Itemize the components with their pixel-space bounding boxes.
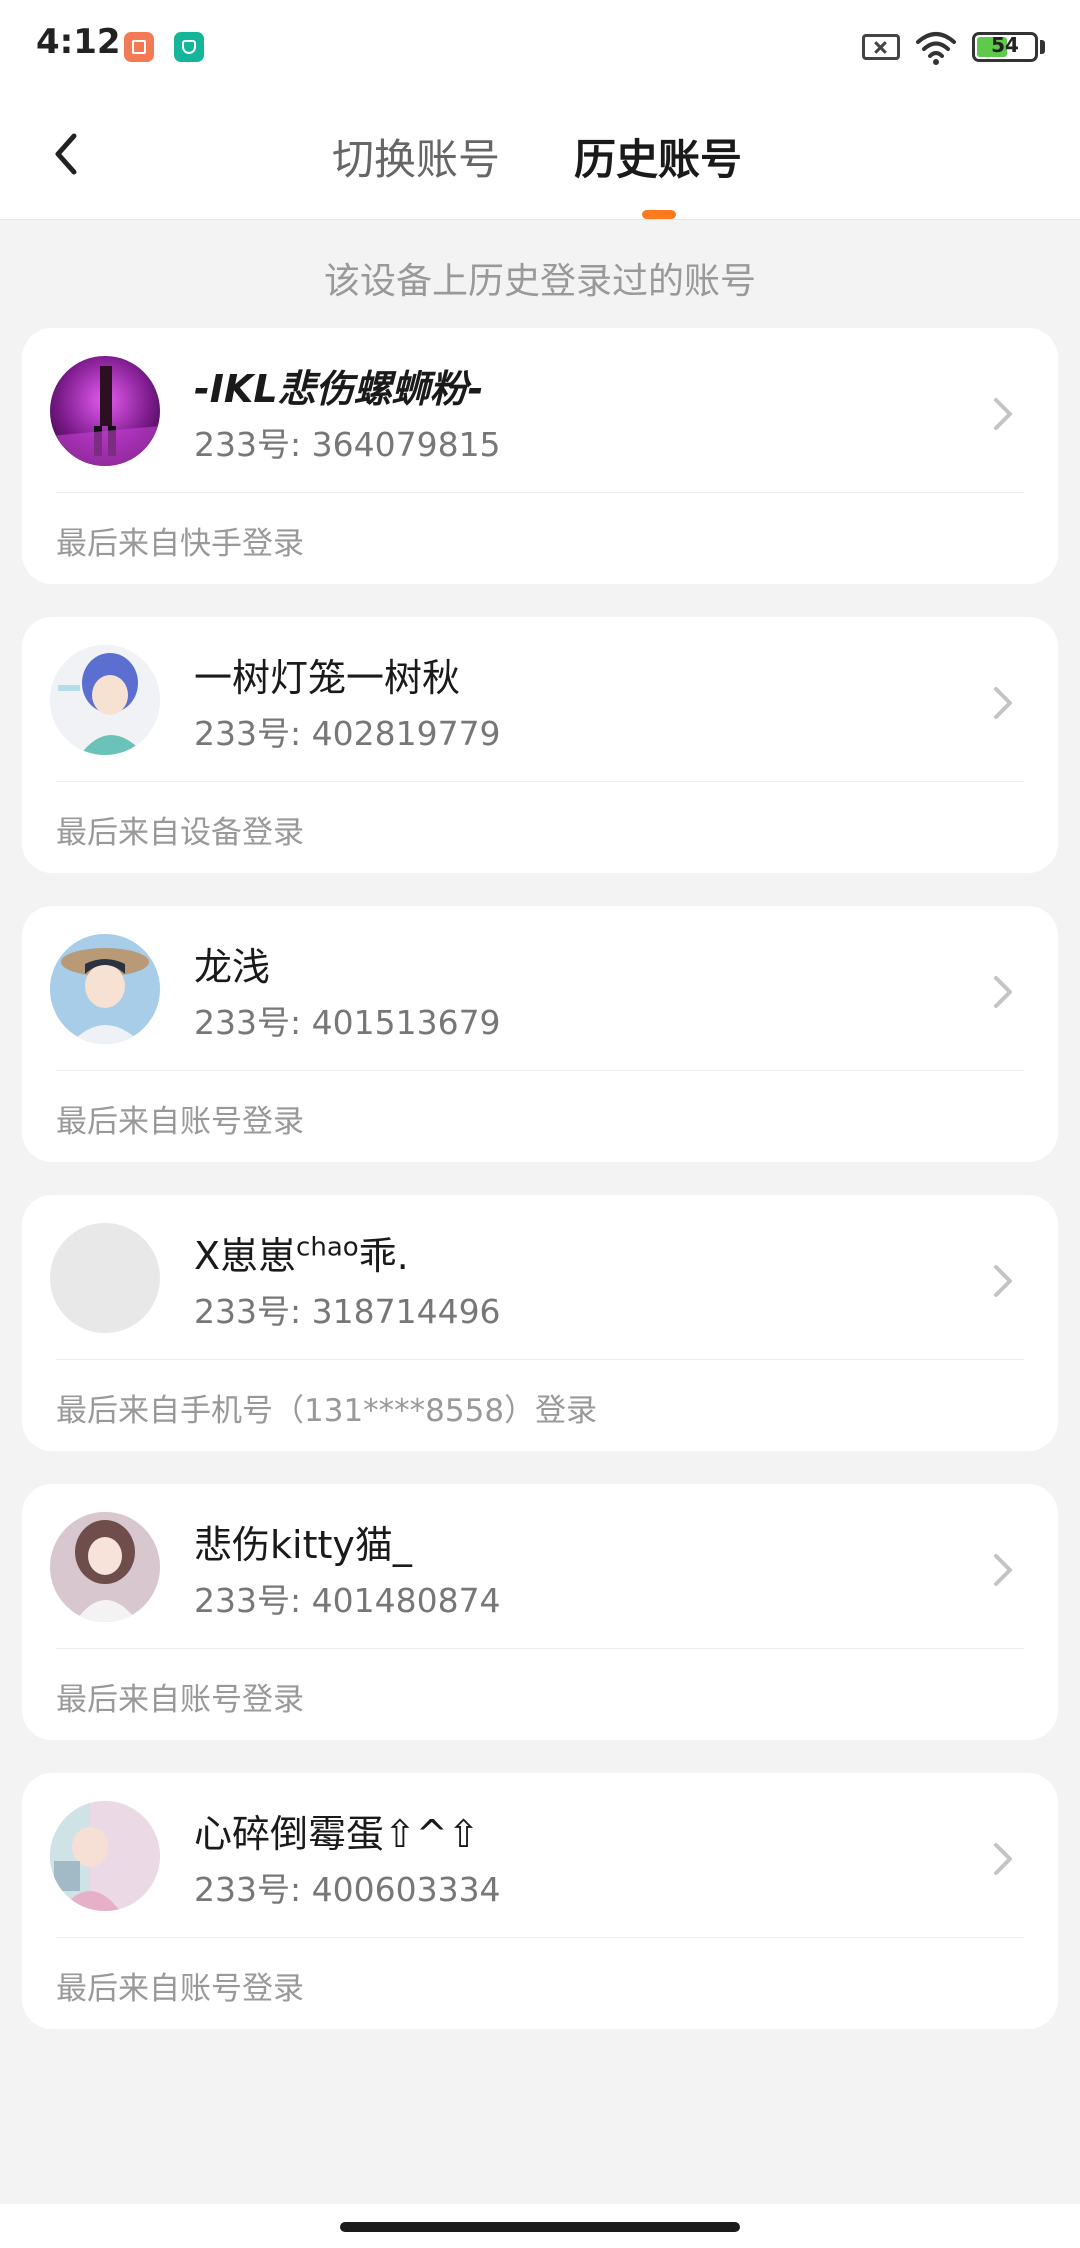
wifi-icon <box>916 32 956 65</box>
card-divider <box>56 492 1024 493</box>
account-id: 233号: 401480874 <box>194 1581 501 1620</box>
chevron-right-icon <box>994 1265 1012 1297</box>
account-name-main: X崽崽 <box>194 1234 297 1278</box>
account-id: 233号: 318714496 <box>194 1292 501 1331</box>
purple-stage-avatar <box>50 356 160 466</box>
battery-level: 54 <box>991 33 1019 57</box>
chevron-right-icon <box>994 976 1012 1008</box>
home-indicator[interactable] <box>340 2222 740 2232</box>
tab-switch-account[interactable]: 切换账号 <box>332 126 500 187</box>
account-name-sup: chao <box>296 1232 359 1263</box>
placeholder-avatar <box>50 1223 160 1333</box>
tab-history-account[interactable]: 历史账号 <box>574 126 742 187</box>
login-source: 最后来自手机号（131****8558）登录 <box>56 1393 598 1429</box>
account-name-suffix: 乖. <box>358 1234 409 1278</box>
anime-sunhat-avatar <box>50 934 160 1044</box>
status-time: 4:12 <box>36 22 121 62</box>
active-tab-indicator <box>642 210 676 219</box>
account-card[interactable]: 龙浅 233号: 401513679 最后来自账号登录 <box>22 906 1058 1162</box>
account-name: 龙浅 <box>194 945 271 989</box>
anime-girl-white-dress-avatar <box>50 1512 160 1622</box>
chevron-left-icon[interactable] <box>40 124 100 184</box>
login-source: 最后来自账号登录 <box>56 1971 304 2007</box>
anime-pink-avatar <box>50 1801 160 1911</box>
login-source: 最后来自设备登录 <box>56 815 304 851</box>
account-name: 一树灯笼一树秋 <box>194 656 461 700</box>
account-id: 233号: 364079815 <box>194 425 501 464</box>
chevron-right-icon <box>994 1554 1012 1586</box>
chevron-right-icon <box>994 687 1012 719</box>
battery-icon: 54 <box>972 32 1038 62</box>
login-source: 最后来自账号登录 <box>56 1104 304 1140</box>
section-hint: 该设备上历史登录过的账号 <box>323 261 756 302</box>
account-card[interactable]: -IKL悲伤螺蛳粉- 233号: 364079815 最后来自快手登录 <box>22 328 1058 584</box>
anime-blue-hair-avatar <box>50 645 160 755</box>
account-id: 233号: 401513679 <box>194 1003 501 1042</box>
card-divider <box>56 781 1024 782</box>
card-divider <box>56 1937 1024 1938</box>
account-name: -IKL悲伤螺蛳粉- <box>194 367 484 411</box>
orange-app-icon <box>124 32 154 62</box>
login-source: 最后来自快手登录 <box>56 526 304 562</box>
account-name: X崽崽chao乖. <box>194 1225 409 1280</box>
account-id: 233号: 402819779 <box>194 714 501 753</box>
chevron-right-icon <box>994 398 1012 430</box>
card-divider <box>56 1070 1024 1071</box>
account-name: 悲伤kitty猫_ <box>194 1523 412 1567</box>
account-card[interactable]: 心碎倒霉蛋⇧^⇧ 233号: 400603334 最后来自账号登录 <box>22 1773 1058 2029</box>
card-divider <box>56 1648 1024 1649</box>
sim-x-icon <box>862 34 900 60</box>
status-bar: 4:12 54 <box>0 0 1080 96</box>
shield-app-icon <box>174 32 204 62</box>
login-source: 最后来自账号登录 <box>56 1682 304 1718</box>
account-name: 心碎倒霉蛋⇧^⇧ <box>194 1812 480 1856</box>
chevron-right-icon <box>994 1843 1012 1875</box>
account-card[interactable]: 一树灯笼一树秋 233号: 402819779 最后来自设备登录 <box>22 617 1058 873</box>
card-divider <box>56 1359 1024 1360</box>
account-id: 233号: 400603334 <box>194 1870 501 1909</box>
account-card[interactable]: 悲伤kitty猫_ 233号: 401480874 最后来自账号登录 <box>22 1484 1058 1740</box>
battery-tip <box>1040 40 1045 54</box>
account-card[interactable]: X崽崽chao乖. 233号: 318714496 最后来自手机号（131***… <box>22 1195 1058 1451</box>
account-list: -IKL悲伤螺蛳粉- 233号: 364079815 最后来自快手登录 一树灯笼… <box>22 328 1058 2062</box>
header: 切换账号 历史账号 <box>0 96 1080 220</box>
